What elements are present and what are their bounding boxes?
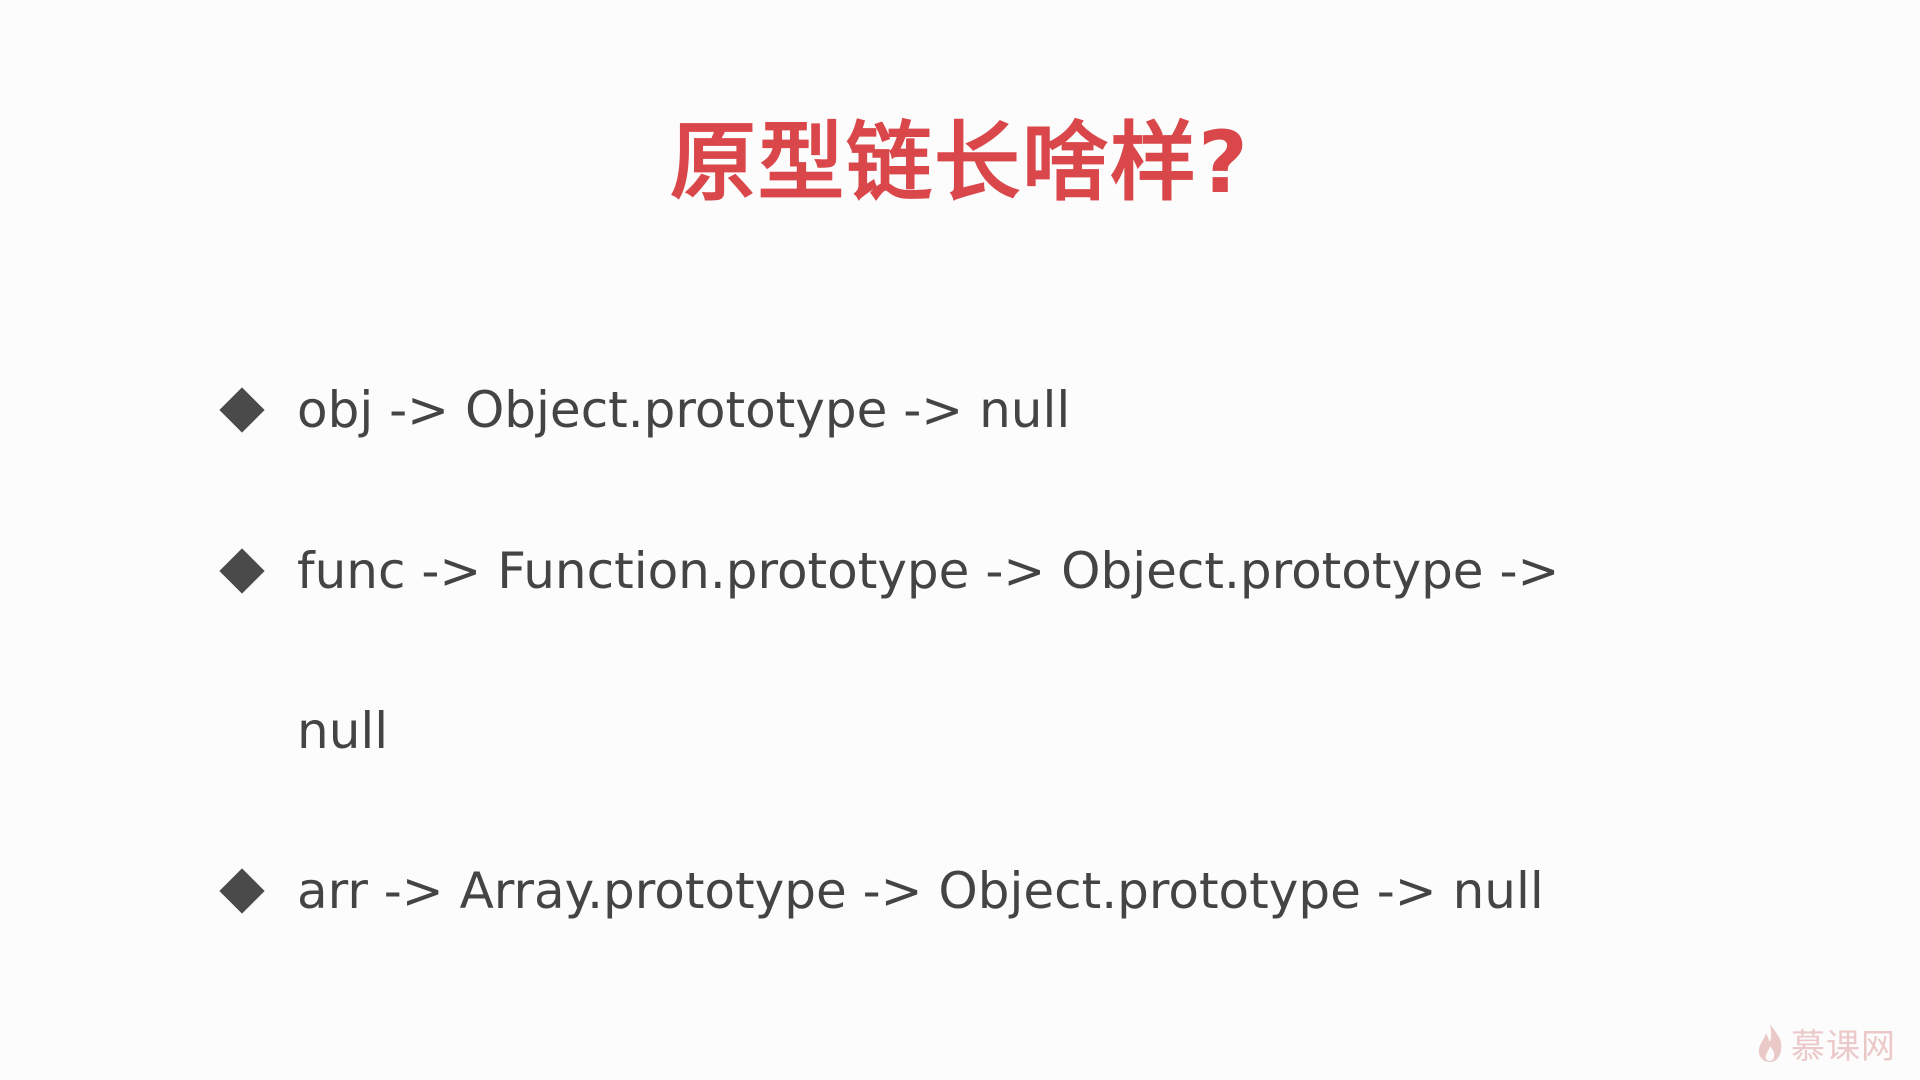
bullet-item: arr -> Array.prototype -> Object.prototy… bbox=[219, 856, 1544, 926]
bullet-item: obj -> Object.prototype -> null bbox=[219, 375, 1070, 445]
watermark-text: 慕课网 bbox=[1791, 1026, 1896, 1067]
diamond-bullet-icon bbox=[219, 868, 265, 914]
bullet-text: obj -> Object.prototype -> null bbox=[297, 381, 1071, 439]
bullet-item: func -> Function.prototype -> Object.pro… bbox=[219, 536, 1559, 606]
bullet-text: func -> Function.prototype -> Object.pro… bbox=[297, 542, 1560, 600]
bullet-text-continuation: null bbox=[297, 702, 389, 760]
bullet-text: arr -> Array.prototype -> Object.prototy… bbox=[297, 862, 1544, 920]
slide-title: 原型链长啥样? bbox=[670, 113, 1250, 213]
flame-logo-icon bbox=[1758, 1024, 1782, 1062]
diamond-bullet-icon bbox=[219, 548, 265, 594]
watermark: 慕课网 bbox=[1755, 1020, 1896, 1067]
diamond-bullet-icon bbox=[219, 387, 265, 433]
